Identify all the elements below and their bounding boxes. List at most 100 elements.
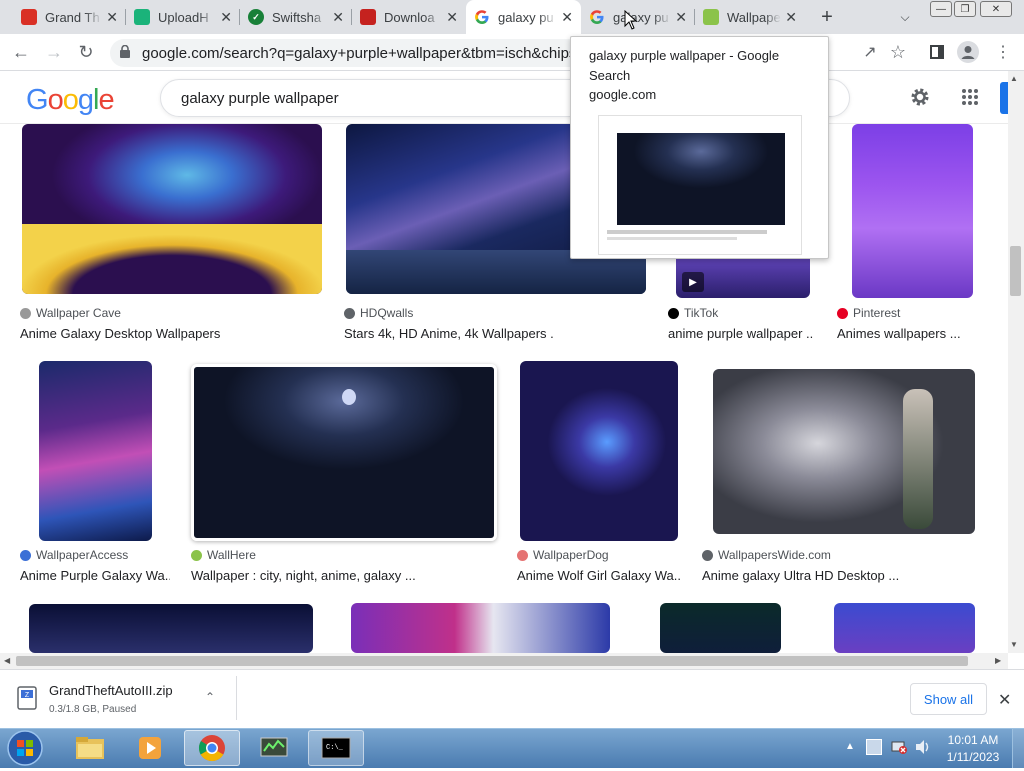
browser-tab[interactable]: Wallpape ✕ — [695, 0, 805, 34]
close-tab-icon[interactable]: ✕ — [561, 9, 573, 26]
browser-menu-icon[interactable]: ⋮ — [990, 39, 1016, 65]
source-favicon-icon — [20, 549, 31, 561]
action-center-icon[interactable] — [866, 739, 882, 755]
browser-tab[interactable]: galaxy pu ✕ — [466, 0, 581, 34]
result-caption[interactable]: Anime galaxy Ultra HD Desktop ... — [702, 568, 899, 583]
result-image-6[interactable] — [191, 364, 497, 541]
puzzle-red-icon — [21, 9, 37, 25]
source-favicon-icon — [191, 549, 202, 561]
tab-search-chevron-icon[interactable]: ⌵ — [895, 8, 915, 26]
close-tab-icon[interactable]: ✕ — [106, 9, 118, 26]
hover-card-title: galaxy purple wallpaper - Google Search — [589, 48, 780, 83]
result-image-1[interactable] — [22, 124, 322, 294]
result-image-9[interactable] — [29, 604, 313, 653]
browser-tab[interactable]: galaxy pu ✕ — [581, 0, 695, 34]
result-source-name: Pinterest — [853, 306, 901, 320]
result-caption[interactable]: Stars 4k, HD Anime, 4k Wallpapers ... — [344, 326, 554, 341]
result-caption[interactable]: Anime Wolf Girl Galaxy Wa... — [517, 568, 682, 583]
command-prompt-taskbar-icon[interactable]: C:\_ — [308, 730, 364, 766]
file-explorer-taskbar-icon[interactable] — [62, 730, 118, 766]
show-all-downloads-button[interactable]: Show all — [910, 683, 987, 715]
scroll-down-arrow-icon[interactable]: ▼ — [1010, 640, 1018, 649]
result-source[interactable]: WallpaperDog — [517, 548, 609, 562]
result-source-name: WallpaperDog — [533, 548, 609, 562]
bookmark-star-icon[interactable]: ☆ — [885, 39, 911, 65]
result-image-4[interactable] — [852, 124, 973, 298]
result-image-8[interactable] — [713, 369, 975, 534]
result-caption[interactable]: anime purple wallpaper ... — [668, 326, 813, 341]
source-favicon-icon — [702, 549, 713, 561]
settings-gear-icon[interactable] — [908, 85, 932, 109]
result-caption[interactable]: Anime Purple Galaxy Wa... — [20, 568, 170, 583]
back-arrow-icon[interactable]: ← — [8, 39, 34, 65]
minimize-window-button[interactable]: — — [930, 1, 952, 17]
tray-arrow-icon[interactable]: ▲ — [845, 741, 855, 752]
result-source-name: Wallpaper Cave — [36, 306, 121, 320]
volume-icon[interactable] — [914, 739, 932, 755]
start-button-icon[interactable] — [6, 730, 44, 766]
result-source[interactable]: WallpapersWide.com — [702, 548, 831, 562]
clock-time[interactable]: 10:01 AM — [946, 733, 1000, 747]
hover-card-domain: google.com — [589, 87, 657, 102]
close-download-bar-icon[interactable]: ✕ — [998, 690, 1011, 710]
account-avatar[interactable] — [1000, 82, 1008, 114]
close-tab-icon[interactable]: ✕ — [446, 9, 458, 26]
result-image-7[interactable] — [520, 361, 678, 541]
tab-title: Swiftsha — [272, 9, 322, 25]
tab-title: Wallpape — [727, 9, 781, 25]
result-source[interactable]: WallHere — [191, 548, 256, 562]
download-options-chevron-icon[interactable]: ⌃ — [205, 690, 215, 704]
swiftshader-check-icon: ✓ — [248, 9, 264, 25]
browser-tab[interactable]: UploadH ✕ — [126, 0, 240, 34]
vertical-scroll-thumb[interactable] — [1010, 246, 1021, 296]
google-logo-text: Google — [26, 84, 115, 116]
result-caption[interactable]: Anime Galaxy Desktop Wallpapers ... — [20, 326, 225, 341]
result-source[interactable]: Wallpaper Cave — [20, 306, 121, 320]
clock-date[interactable]: 1/11/2023 — [940, 750, 1006, 764]
close-tab-icon[interactable]: ✕ — [675, 9, 687, 26]
scroll-up-arrow-icon[interactable]: ▲ — [1010, 74, 1018, 83]
horizontal-scroll-thumb[interactable] — [16, 656, 968, 666]
result-image-11[interactable] — [660, 603, 781, 653]
show-desktop-button[interactable] — [1012, 729, 1024, 768]
network-icon[interactable] — [890, 739, 908, 755]
download-bar — [0, 669, 1024, 728]
result-caption[interactable]: Wallpaper : city, night, anime, galaxy .… — [191, 568, 416, 583]
google-apps-grid-icon[interactable] — [961, 88, 979, 106]
result-source[interactable]: Pinterest — [837, 306, 900, 320]
side-panel-icon[interactable] — [924, 39, 950, 65]
browser-tab[interactable]: Downloa ✕ — [352, 0, 466, 34]
forward-arrow-icon[interactable]: → — [41, 39, 67, 65]
result-source[interactable]: HDQwalls — [344, 306, 413, 320]
download-filename[interactable]: GrandTheftAutoIII.zip — [49, 683, 173, 698]
result-image-10[interactable] — [351, 603, 610, 653]
browser-tab[interactable]: ✓ Swiftsha ✕ — [240, 0, 352, 34]
close-window-button[interactable]: ✕ — [980, 1, 1012, 17]
browser-tab[interactable]: Grand Th ✕ — [13, 0, 126, 34]
scroll-left-arrow-icon[interactable]: ◀ — [4, 656, 10, 665]
close-tab-icon[interactable]: ✕ — [220, 9, 232, 26]
vertical-scrollbar[interactable] — [1008, 71, 1024, 653]
result-image-12[interactable] — [834, 603, 975, 653]
result-source[interactable]: WallpaperAccess — [20, 548, 128, 562]
zip-file-icon: Z — [16, 686, 40, 710]
result-image-5[interactable] — [39, 361, 152, 541]
scroll-right-arrow-icon[interactable]: ▶ — [995, 656, 1001, 665]
share-icon[interactable]: ↗ — [857, 39, 883, 65]
download-red-icon — [360, 9, 376, 25]
result-source-name: HDQwalls — [360, 306, 414, 320]
search-query: galaxy purple wallpaper — [181, 89, 339, 107]
new-tab-button[interactable]: + — [815, 6, 839, 28]
profile-avatar-icon[interactable] — [955, 39, 981, 65]
result-caption[interactable]: Animes wallpapers ... — [837, 326, 961, 341]
media-player-taskbar-icon[interactable] — [122, 730, 178, 766]
reload-icon[interactable]: ↻ — [73, 39, 99, 65]
restore-window-button[interactable]: ❐ — [954, 1, 976, 17]
result-source[interactable]: TikTok — [668, 306, 718, 320]
chrome-taskbar-icon[interactable] — [184, 730, 240, 766]
network-monitor-taskbar-icon[interactable] — [246, 730, 302, 766]
google-logo[interactable]: Google — [26, 84, 115, 117]
close-tab-icon[interactable]: ✕ — [785, 9, 797, 26]
close-tab-icon[interactable]: ✕ — [332, 9, 344, 26]
mouse-cursor-icon — [624, 9, 638, 30]
